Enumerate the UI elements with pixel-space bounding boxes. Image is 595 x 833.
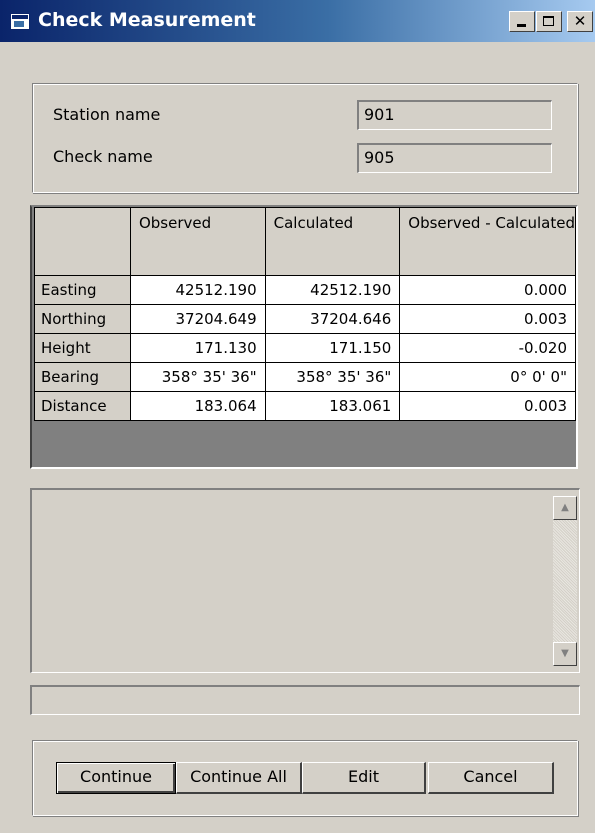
maximize-icon (543, 16, 554, 26)
observed-cell[interactable]: 183.064 (129, 391, 266, 421)
table-row: Bearing 358° 35' 36" 358° 35' 36" 0° 0' … (34, 362, 576, 392)
vertical-scrollbar[interactable]: ▲ ▼ (553, 496, 577, 666)
measurement-table: Observed Calculated Observed - Calculate… (34, 207, 576, 421)
observed-cell[interactable]: 358° 35' 36" (129, 362, 266, 392)
row-label: Distance (34, 391, 131, 421)
check-name-label: Check name (53, 147, 153, 166)
continue-all-button[interactable]: Continue All (176, 762, 302, 794)
minimize-icon (517, 24, 526, 27)
header-calculated: Calculated (264, 207, 401, 276)
scroll-down-button[interactable]: ▼ (553, 642, 577, 666)
check-name-field[interactable]: 905 (357, 143, 552, 173)
difference-cell[interactable]: -0.020 (399, 333, 576, 363)
calculated-cell[interactable]: 42512.190 (264, 275, 401, 305)
table-header-row: Observed Calculated Observed - Calculate… (34, 207, 576, 276)
scroll-down-icon: ▼ (561, 648, 569, 659)
close-icon: ✕ (573, 12, 587, 30)
title-bar[interactable]: Check Measurement ✕ (0, 0, 595, 42)
calculated-cell[interactable]: 37204.646 (264, 304, 401, 334)
continue-button[interactable]: Continue (56, 762, 176, 794)
calculated-cell[interactable]: 358° 35' 36" (264, 362, 401, 392)
cancel-button[interactable]: Cancel (428, 762, 554, 794)
header-difference: Observed - Calculated (399, 207, 576, 276)
scroll-up-icon: ▲ (561, 502, 569, 513)
close-button[interactable]: ✕ (567, 11, 593, 32)
app-icon (10, 13, 30, 30)
table-row: Height 171.130 171.150 -0.020 (34, 333, 576, 363)
calculated-cell[interactable]: 183.061 (264, 391, 401, 421)
message-area[interactable]: ▲ ▼ (30, 488, 580, 673)
table-row: Easting 42512.190 42512.190 0.000 (34, 275, 576, 305)
measurement-grid: Observed Calculated Observed - Calculate… (30, 205, 578, 469)
row-label: Height (34, 333, 131, 363)
table-row: Northing 37204.649 37204.646 0.003 (34, 304, 576, 334)
station-name-label: Station name (53, 105, 161, 124)
status-field[interactable] (30, 685, 580, 715)
minimize-button[interactable] (509, 11, 535, 32)
observed-cell[interactable]: 42512.190 (129, 275, 266, 305)
calculated-cell[interactable]: 171.150 (264, 333, 401, 363)
observed-cell[interactable]: 171.130 (129, 333, 266, 363)
row-label: Northing (34, 304, 131, 334)
edit-button[interactable]: Edit (302, 762, 426, 794)
window-title: Check Measurement (38, 9, 256, 31)
difference-cell[interactable]: 0.000 (399, 275, 576, 305)
header-corner (34, 207, 131, 276)
observed-cell[interactable]: 37204.649 (129, 304, 266, 334)
station-group: Station name 901 Check name 905 (32, 83, 578, 193)
table-row: Distance 183.064 183.061 0.003 (34, 391, 576, 421)
row-label: Bearing (34, 362, 131, 392)
row-label: Easting (34, 275, 131, 305)
scroll-up-button[interactable]: ▲ (553, 496, 577, 520)
station-name-field[interactable]: 901 (357, 100, 552, 130)
header-observed: Observed (129, 207, 266, 276)
difference-cell[interactable]: 0.003 (399, 391, 576, 421)
maximize-button[interactable] (536, 11, 562, 32)
difference-cell[interactable]: 0° 0' 0" (399, 362, 576, 392)
difference-cell[interactable]: 0.003 (399, 304, 576, 334)
